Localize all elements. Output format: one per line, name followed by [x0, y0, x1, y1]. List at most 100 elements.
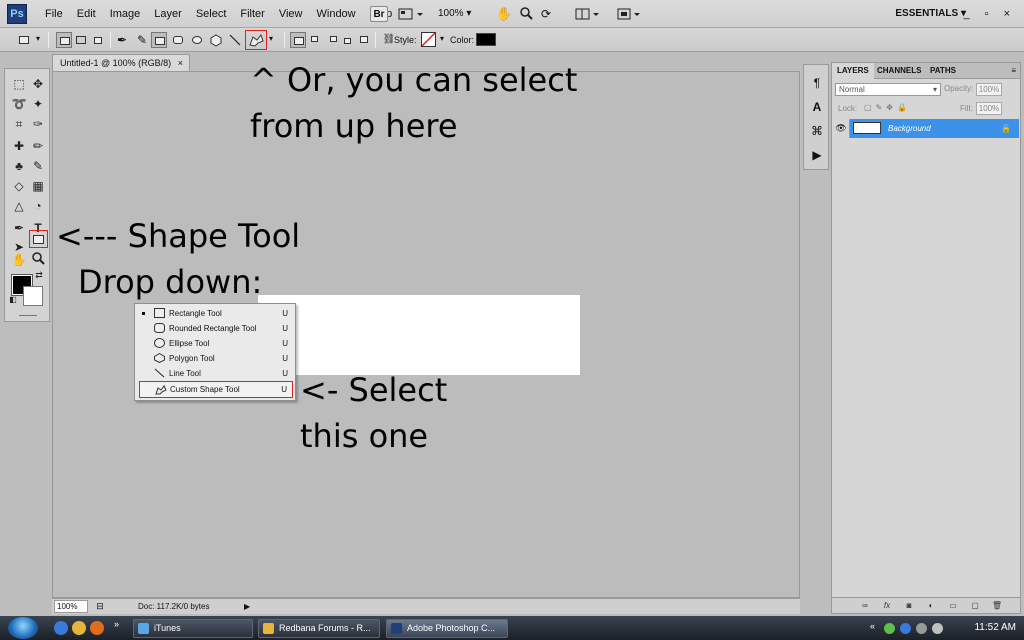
fill-pixels-button[interactable]	[90, 32, 106, 48]
exclude-shape-button[interactable]	[357, 32, 373, 48]
blur-tool-icon[interactable]: △	[10, 197, 28, 215]
flyout-item-polygon[interactable]: Polygon Tool U	[139, 351, 293, 366]
eraser-icon[interactable]: ◇	[10, 177, 28, 195]
line-button[interactable]	[227, 32, 243, 48]
clock[interactable]: 11:52 AM	[974, 616, 1016, 640]
taskbar-button-itunes[interactable]: iTunes	[133, 619, 253, 638]
bridge-button[interactable]: Br	[370, 6, 388, 22]
lock-options-icons[interactable]: ▢✎✥🔒	[864, 103, 911, 112]
quick-mask-icon[interactable]	[19, 315, 37, 316]
zoom-field[interactable]: 100%	[54, 600, 88, 613]
default-colors-icon[interactable]: ◧	[8, 295, 18, 305]
tray-overflow-icon[interactable]: «	[870, 621, 875, 631]
flyout-item-rounded-rectangle[interactable]: Rounded Rectangle Tool U	[139, 321, 293, 336]
network-icon[interactable]	[884, 623, 895, 634]
window-controls[interactable]: _ ▫ ×	[963, 0, 1016, 28]
marquee-tool-icon[interactable]: ⬚	[10, 75, 28, 93]
layer-row[interactable]: 👁 Background 🔒	[833, 119, 1019, 138]
menu-image[interactable]: Image	[103, 0, 148, 28]
messenger-icon[interactable]	[932, 623, 943, 634]
chevron-down-icon[interactable]: ▾	[269, 34, 273, 43]
new-layer-icon[interactable]: ▢	[969, 600, 981, 611]
magic-wand-icon[interactable]: ✦	[29, 95, 47, 113]
menu-view[interactable]: View	[272, 0, 310, 28]
chrome-icon[interactable]	[72, 621, 86, 635]
lasso-tool-icon[interactable]: ➰	[10, 95, 28, 113]
freeform-pen-icon[interactable]: ✎	[134, 32, 150, 48]
flyout-item-ellipse[interactable]: Ellipse Tool U	[139, 336, 293, 351]
hand-tool-icon[interactable]: ✋	[496, 6, 512, 22]
polygon-button[interactable]	[208, 32, 224, 48]
document-tab[interactable]: Untitled-1 @ 100% (RGB/8) ×	[52, 54, 190, 71]
chevron-down-icon[interactable]: ▾	[440, 34, 444, 43]
shape-tool-button[interactable]	[29, 230, 48, 248]
layer-mask-icon[interactable]: ◙	[903, 600, 915, 611]
document-canvas[interactable]	[258, 295, 580, 375]
ellipse-button[interactable]	[189, 32, 205, 48]
opacity-field[interactable]: 100%	[976, 83, 1002, 96]
info-icon[interactable]: ⊟	[94, 600, 106, 612]
flyout-item-line[interactable]: Line Tool U	[139, 366, 293, 381]
shape-layers-button[interactable]	[56, 32, 72, 48]
layer-style-icon[interactable]: fx	[881, 600, 893, 611]
pen-tool-icon[interactable]: ✒	[10, 219, 28, 237]
zoom-tool-icon[interactable]	[519, 6, 535, 22]
volume-icon[interactable]	[916, 623, 927, 634]
new-group-icon[interactable]: ▭	[947, 600, 959, 611]
security-icon[interactable]	[900, 623, 911, 634]
delete-layer-icon[interactable]: 🗑	[991, 600, 1003, 611]
flyout-item-custom-shape[interactable]: Custom Shape Tool U	[139, 381, 293, 398]
adjustment-layer-icon[interactable]: ◐	[925, 600, 937, 611]
gradient-icon[interactable]: ▦	[29, 177, 47, 195]
tab-layers[interactable]: LAYERS	[832, 63, 874, 79]
actions-icon[interactable]: ▶	[809, 147, 825, 163]
add-to-shape-button[interactable]	[308, 32, 324, 48]
menu-layer[interactable]: Layer	[147, 0, 189, 28]
start-button[interactable]	[8, 617, 38, 639]
menu-edit[interactable]: Edit	[70, 0, 103, 28]
paths-button[interactable]	[73, 32, 89, 48]
tab-channels[interactable]: CHANNELS	[872, 63, 926, 79]
create-new-shape-layer-button[interactable]	[290, 32, 306, 48]
crop-tool-icon[interactable]: ⌗	[10, 115, 28, 133]
pen-tool-icon[interactable]: ✒	[114, 32, 130, 48]
taskbar-button-browser[interactable]: Redbana Forums - R...	[258, 619, 380, 638]
intersect-shape-button[interactable]	[340, 32, 356, 48]
move-tool-icon[interactable]: ✥	[29, 75, 47, 93]
zoom-tool-icon[interactable]	[29, 251, 47, 269]
panel-menu-icon[interactable]: ≡	[1011, 63, 1016, 79]
color-swatch[interactable]	[476, 33, 496, 46]
tab-paths[interactable]: PATHS	[925, 63, 961, 79]
link-layers-icon[interactable]: ∞	[859, 600, 871, 611]
rotate-view-icon[interactable]: ⟳	[541, 6, 557, 22]
dodge-tool-icon[interactable]: ◔	[29, 197, 47, 215]
taskbar-button-photoshop[interactable]: Adobe Photoshop C...	[386, 619, 508, 638]
blend-mode-select[interactable]: Normal ▾	[835, 83, 941, 96]
chevron-right-icon[interactable]: ▶	[244, 599, 250, 614]
history-brush-icon[interactable]: ✎	[29, 157, 47, 175]
hand-tool-icon[interactable]: ✋	[10, 251, 28, 269]
menu-file[interactable]: File	[38, 0, 70, 28]
screen-mode-button[interactable]	[616, 6, 642, 22]
quick-launch-overflow-icon[interactable]: »	[114, 619, 119, 629]
brush-tool-icon[interactable]: ✏	[29, 137, 47, 155]
rectangle-tool-button[interactable]	[151, 32, 167, 48]
custom-shape-button[interactable]	[245, 30, 267, 50]
eyedropper-icon[interactable]: ✑	[29, 115, 47, 133]
close-icon[interactable]: ×	[178, 55, 183, 71]
character-icon[interactable]: A	[809, 99, 825, 115]
style-swatch[interactable]	[421, 32, 436, 47]
paragraph-icon[interactable]: ¶	[809, 75, 825, 91]
arrange-documents-button[interactable]	[575, 6, 601, 22]
clone-stamp-icon[interactable]: ♣	[10, 157, 28, 175]
workspace-switcher[interactable]: ESSENTIALS ▾	[895, 0, 966, 28]
flyout-item-rectangle[interactable]: Rectangle Tool U	[139, 306, 293, 321]
swap-colors-icon[interactable]: ⇄	[33, 269, 45, 281]
firefox-icon[interactable]	[90, 621, 104, 635]
tool-preset-picker[interactable]: ▾	[16, 32, 44, 48]
background-color[interactable]	[23, 286, 43, 306]
healing-brush-icon[interactable]: ✚	[10, 137, 28, 155]
eye-icon[interactable]: 👁	[833, 119, 850, 138]
fill-field[interactable]: 100%	[976, 102, 1002, 115]
menu-select[interactable]: Select	[189, 0, 234, 28]
